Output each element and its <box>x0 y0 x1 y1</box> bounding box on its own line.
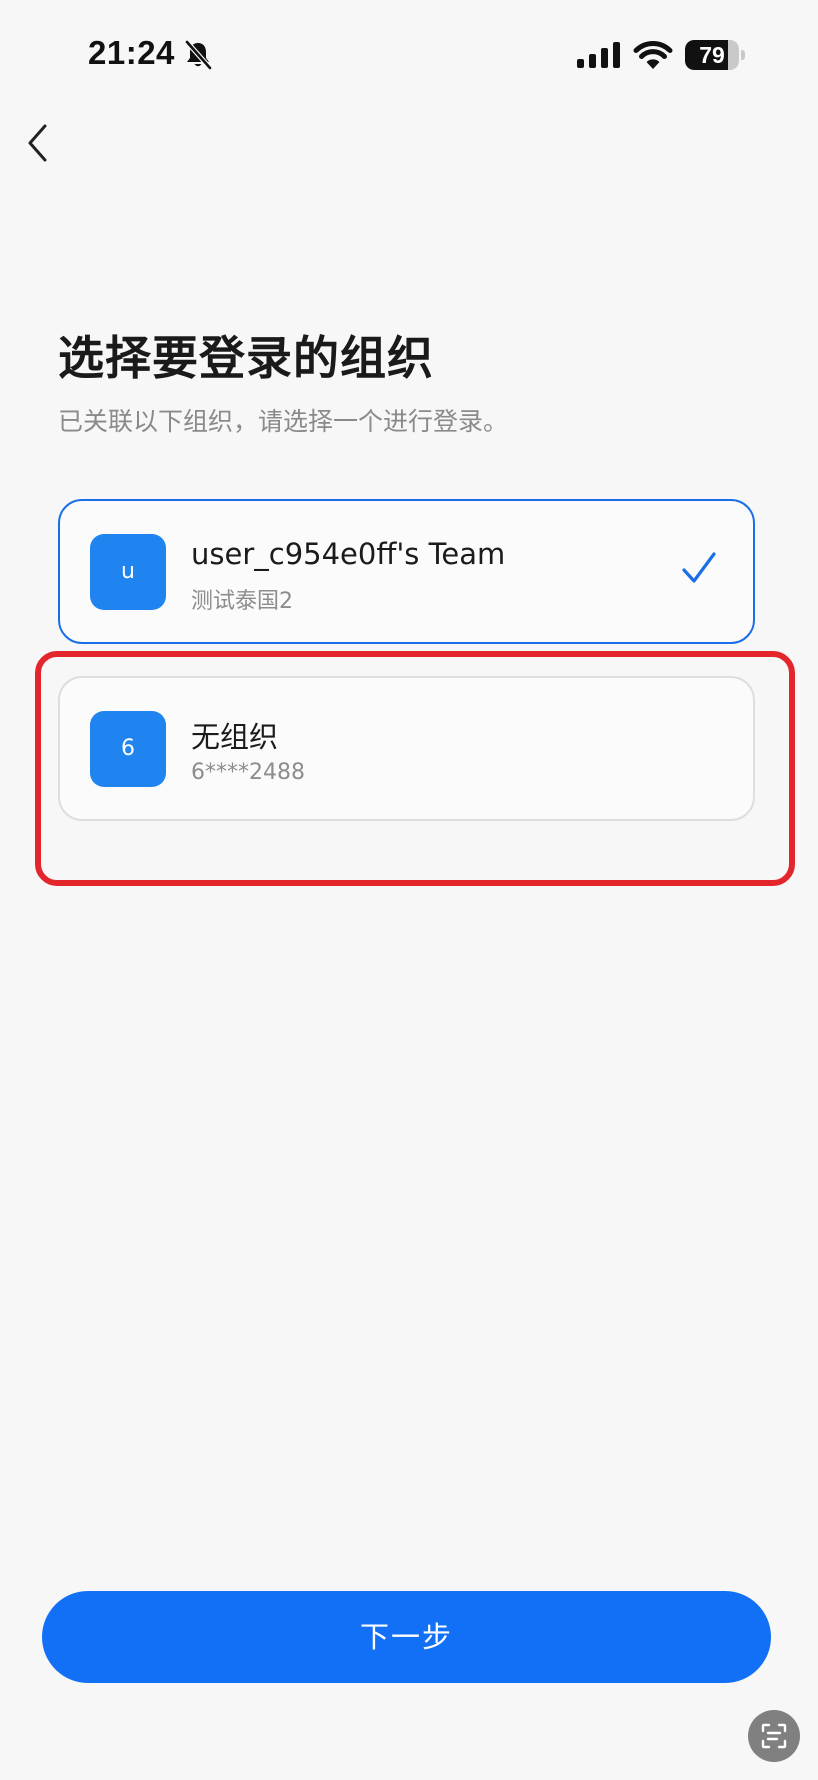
org-name: user_c954e0ff's Team <box>191 537 506 571</box>
org-option-team[interactable]: u user_c954e0ff's Team 测试泰国2 <box>58 499 755 644</box>
battery-body: 79 <box>685 40 739 70</box>
next-button[interactable]: 下一步 <box>42 1591 771 1683</box>
org-avatar: u <box>90 534 166 610</box>
bell-muted-icon <box>185 40 212 70</box>
battery-level: 79 <box>699 42 725 68</box>
org-subtitle: 测试泰国2 <box>191 589 293 614</box>
highlight-annotation <box>35 651 795 886</box>
scan-text-icon <box>761 1723 787 1749</box>
battery-cap <box>741 50 745 60</box>
org-select-screen: 21:24 79 选择要登录的组织 已关联以下组织，请选择一个进行登录。 u u… <box>0 0 818 1780</box>
status-time: 21:24 <box>88 34 175 71</box>
chevron-left-icon[interactable] <box>22 118 62 168</box>
battery-icon: 79 <box>685 40 745 70</box>
status-bar: 21:24 79 <box>0 0 818 110</box>
page-subtitle: 已关联以下组织，请选择一个进行登录。 <box>58 407 509 436</box>
checkmark-icon <box>682 552 716 583</box>
cellular-signal-icon <box>577 42 620 68</box>
wifi-icon <box>633 40 673 69</box>
scan-button[interactable] <box>748 1710 800 1762</box>
page-title: 选择要登录的组织 <box>58 331 434 385</box>
